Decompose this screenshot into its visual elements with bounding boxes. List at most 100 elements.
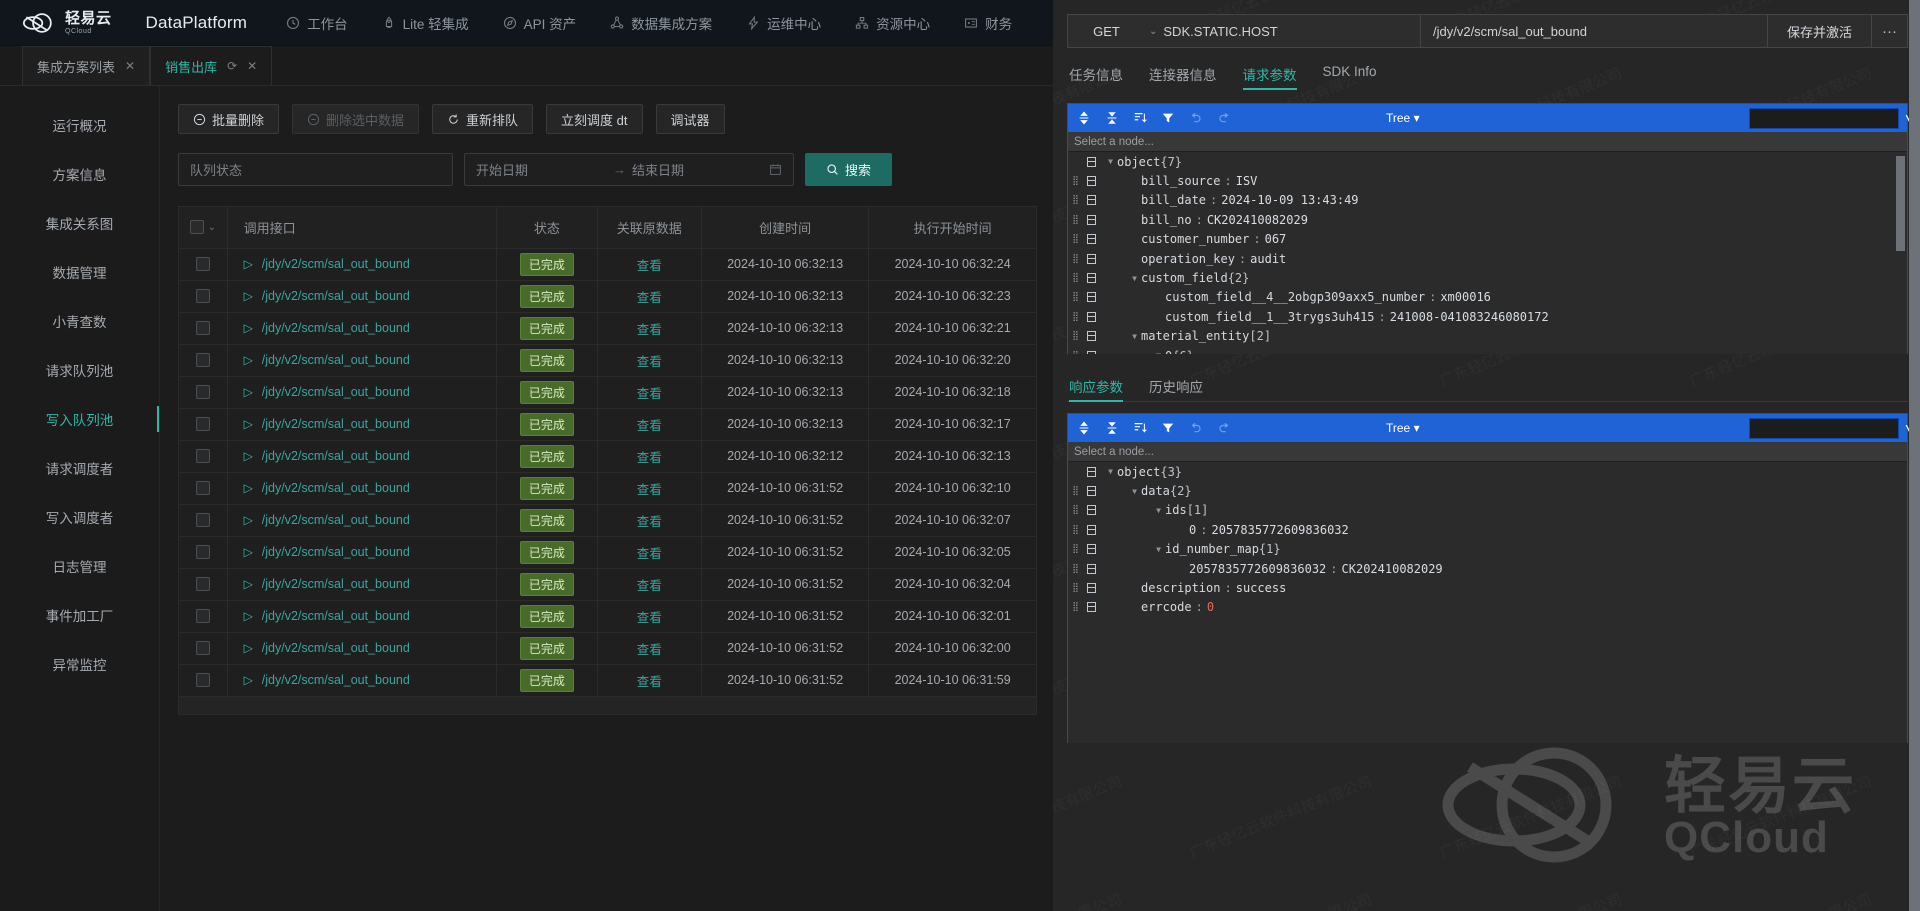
drag-handle-icon[interactable]: ⣿ (1068, 176, 1082, 186)
row-checkbox[interactable] (195, 289, 210, 303)
run-icon[interactable]: ▷ (244, 609, 253, 623)
json-value[interactable]: 0 (1207, 600, 1214, 614)
search-button[interactable]: 搜索 (805, 153, 893, 186)
nav-item-workbench[interactable]: 工作台 (269, 0, 365, 46)
panel-scrollbar[interactable] (1909, 0, 1920, 911)
table-row[interactable]: ▷ /jdy/v2/scm/sal_out_bound 已完成 查看 2024-10-1… (179, 248, 1036, 281)
row-api-label[interactable]: /jdy/v2/scm/sal_out_bound (262, 673, 410, 687)
json-value[interactable]: 2057835772609836032 (1211, 523, 1348, 537)
sidebar-item-data-management[interactable]: 数据管理 (0, 251, 159, 293)
row-menu-icon[interactable] (1082, 311, 1100, 322)
filter-icon[interactable] (1160, 110, 1176, 126)
table-row[interactable]: ▷ /jdy/v2/scm/sal_out_bound 已完成 查看 2024-10-1… (179, 472, 1036, 505)
response-editor-search-input[interactable] (1758, 422, 1900, 434)
json-tree-row[interactable]: ⣿ ▼ custom_field {2} (1068, 268, 1907, 287)
schedule-now-button[interactable]: 立刻调度 dt (546, 104, 643, 134)
drag-handle-icon[interactable]: ⣿ (1068, 602, 1082, 612)
nav-item-api-assets[interactable]: API 资产 (486, 0, 594, 46)
json-tree-row[interactable]: ⣿ bill_no: CK202410082029 (1068, 210, 1907, 229)
table-row[interactable]: ▷ /jdy/v2/scm/sal_out_bound 已完成 查看 2024-10-1… (179, 632, 1036, 665)
run-icon[interactable]: ▷ (244, 449, 253, 463)
sidebar-item-log-management[interactable]: 日志管理 (0, 545, 159, 587)
row-checkbox[interactable] (195, 321, 210, 335)
tab-request-params[interactable]: 请求参数 (1242, 64, 1297, 90)
view-link[interactable]: 查看 (637, 419, 662, 433)
row-checkbox[interactable] (195, 481, 210, 495)
redo-icon[interactable] (1216, 110, 1232, 126)
undo-icon[interactable] (1188, 420, 1204, 436)
view-link[interactable]: 查看 (637, 643, 662, 657)
drag-handle-icon[interactable]: ⣿ (1068, 564, 1082, 574)
date-range-picker[interactable]: 开始日期 → 结束日期 (464, 153, 794, 186)
nav-item-data-integration-plan[interactable]: 数据集成方案 (593, 0, 729, 46)
run-icon[interactable]: ▷ (244, 353, 253, 367)
drag-handle-icon[interactable]: ⣿ (1068, 544, 1082, 554)
view-link[interactable]: 查看 (637, 355, 662, 369)
sidebar-item-relation-graph[interactable]: 集成关系图 (0, 202, 159, 244)
row-api-label[interactable]: /jdy/v2/scm/sal_out_bound (262, 641, 410, 655)
json-tree-row[interactable]: ⣿ custom_field__1__3trygs3uh415:241008-04… (1068, 307, 1907, 326)
delete-selected-button[interactable]: 删除选中数据 (292, 104, 420, 134)
json-tree-row[interactable]: ⣿ ▼ material_entity [2] (1068, 327, 1907, 346)
view-link[interactable]: 查看 (637, 387, 662, 401)
response-node-selector[interactable]: Select a node... (1068, 442, 1907, 462)
drag-handle-icon[interactable]: ⣿ (1068, 195, 1082, 205)
expand-caret-icon[interactable]: ▼ (1128, 332, 1141, 341)
drag-handle-icon[interactable]: ⣿ (1068, 331, 1082, 341)
refresh-icon[interactable]: ⟳ (227, 59, 237, 73)
row-menu-icon[interactable] (1082, 234, 1100, 245)
host-select[interactable]: ⌄ SDK.STATIC.HOST (1145, 14, 1420, 48)
run-icon[interactable]: ▷ (244, 321, 253, 335)
table-footer-scrollbar[interactable] (178, 696, 1037, 715)
row-checkbox[interactable] (195, 353, 210, 367)
view-link[interactable]: 查看 (637, 675, 662, 689)
row-checkbox[interactable] (195, 577, 210, 591)
row-menu-icon[interactable] (1082, 466, 1100, 477)
tab-response-history[interactable]: 历史响应 (1149, 376, 1203, 401)
row-api-label[interactable]: /jdy/v2/scm/sal_out_bound (262, 481, 410, 495)
http-method-select[interactable]: GET (1067, 14, 1145, 48)
json-tree-row[interactable]: ⣿ ▼ ids [1] (1068, 501, 1907, 520)
json-tree-row[interactable]: ⣿ bill_source: ISV (1068, 171, 1907, 190)
drag-handle-icon[interactable]: ⣿ (1068, 292, 1082, 302)
redo-icon[interactable] (1216, 420, 1232, 436)
undo-icon[interactable] (1188, 110, 1204, 126)
run-icon[interactable]: ▷ (244, 289, 253, 303)
json-value[interactable]: CK202410082029 (1342, 562, 1443, 576)
json-tree-row[interactable]: ▼ object {7} (1068, 152, 1907, 171)
row-api-label[interactable]: /jdy/v2/scm/sal_out_bound (262, 385, 410, 399)
sidebar-item-request-queue-pool[interactable]: 请求队列池 (0, 349, 159, 391)
row-menu-icon[interactable] (1082, 176, 1100, 187)
row-checkbox[interactable] (195, 385, 210, 399)
drag-handle-icon[interactable]: ⣿ (1068, 486, 1082, 496)
row-api-label[interactable]: /jdy/v2/scm/sal_out_bound (262, 545, 410, 559)
request-editor-search-input[interactable] (1758, 112, 1900, 124)
row-menu-icon[interactable] (1082, 505, 1100, 516)
sidebar-item-write-queue-pool[interactable]: 写入队列池 (0, 398, 159, 440)
json-tree-row[interactable]: ⣿ ▼ id_number_map {1} (1068, 540, 1907, 559)
row-api-label[interactable]: /jdy/v2/scm/sal_out_bound (262, 353, 410, 367)
collapse-all-icon[interactable] (1104, 110, 1120, 126)
request-editor-search-box[interactable] (1749, 107, 1920, 129)
table-row[interactable]: ▷ /jdy/v2/scm/sal_out_bound 已完成 查看 2024-10-1… (179, 280, 1036, 313)
row-checkbox[interactable] (195, 513, 210, 527)
json-value[interactable]: xm00016 (1440, 290, 1491, 304)
row-api-label[interactable]: /jdy/v2/scm/sal_out_bound (262, 609, 410, 623)
json-tree-row[interactable]: ⣿ bill_date:2024-10-09 13:43:49 (1068, 191, 1907, 210)
json-tree-row[interactable]: ⣿ operation_key: audit (1068, 249, 1907, 268)
view-link[interactable]: 查看 (637, 579, 662, 593)
table-row[interactable]: ▷ /jdy/v2/scm/sal_out_bound 已完成 查看 2024-10-1… (179, 600, 1036, 633)
table-row[interactable]: ▷ /jdy/v2/scm/sal_out_bound 已完成 查看 2024-10-1… (179, 376, 1036, 409)
row-checkbox[interactable] (195, 545, 210, 559)
json-tree-row[interactable]: ▼ object {3} (1068, 462, 1907, 481)
collapse-all-icon[interactable] (1104, 420, 1120, 436)
view-link[interactable]: 查看 (637, 259, 662, 273)
table-row[interactable]: ▷ /jdy/v2/scm/sal_out_bound 已完成 查看 2024-10-1… (179, 568, 1036, 601)
drag-handle-icon[interactable]: ⣿ (1068, 505, 1082, 515)
expand-caret-icon[interactable]: ▼ (1152, 545, 1165, 554)
close-icon[interactable]: ✕ (125, 59, 135, 73)
editor-mode-select[interactable]: Tree ▾ (1386, 421, 1420, 435)
drag-handle-icon[interactable]: ⣿ (1068, 525, 1082, 535)
expand-all-icon[interactable] (1076, 110, 1092, 126)
workspace-tab-sales-outbound[interactable]: 销售出库 ⟳ ✕ (150, 46, 273, 85)
